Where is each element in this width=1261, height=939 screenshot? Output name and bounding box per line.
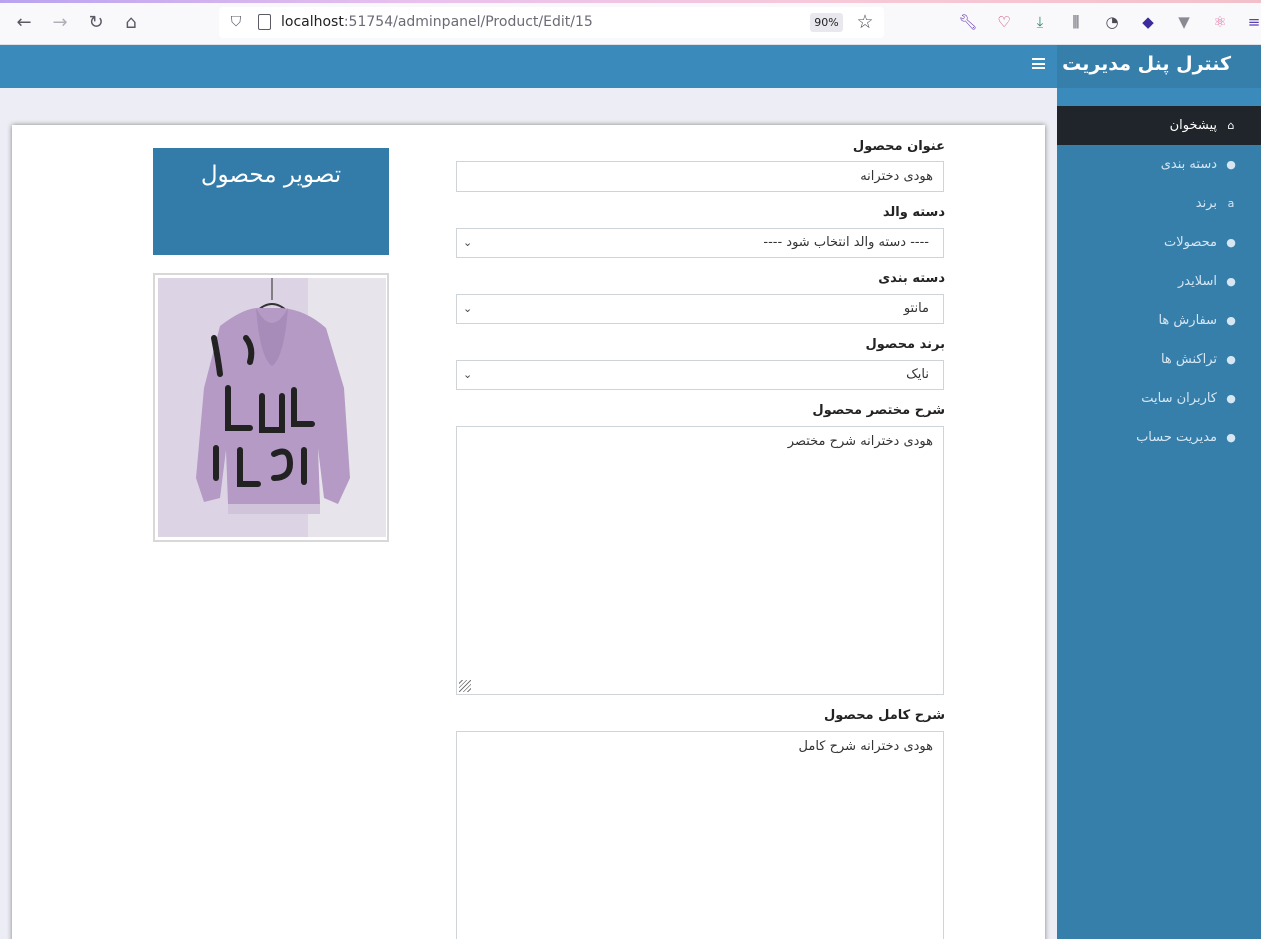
parent-category-select[interactable]: ---- دسته والد انتخاب شود ---- ⌄: [456, 228, 944, 258]
reload-icon[interactable]: ↻: [84, 11, 108, 35]
amazon-icon: a: [1227, 197, 1235, 210]
product-image: [158, 278, 386, 537]
downloads-icon[interactable]: ⤓: [1029, 11, 1051, 33]
full-description-value: هودی دخترانه شرح کامل: [798, 739, 933, 754]
bookmark-star-icon[interactable]: ☆: [854, 11, 876, 33]
shield-icon[interactable]: ⛉: [227, 13, 245, 31]
sidebar-item-orders[interactable]: ● سفارش ها: [1057, 301, 1261, 340]
menu-icon[interactable]: ≡: [1243, 11, 1261, 33]
forward-arrow-icon[interactable]: →: [48, 11, 72, 35]
browser-toolbar: ← → ↻ ⌂ ⛉ localhost:51754/adminpanel/Pro…: [0, 0, 1261, 45]
home-icon: ⌂: [1227, 119, 1235, 132]
sidebar-item-label: تراکنش ها: [1160, 352, 1217, 367]
url-path: :51754/adminpanel/Product/Edit/15: [343, 14, 593, 30]
back-arrow-icon[interactable]: ←: [12, 11, 36, 35]
short-description-textarea[interactable]: هودی دخترانه شرح مختصر: [456, 426, 944, 695]
sidebar-item-label: کاربران سایت: [1141, 391, 1217, 406]
brand-title[interactable]: کنترل پنل مدیریت: [1062, 53, 1231, 75]
category-value: مانتو: [903, 301, 929, 316]
page-icon: [255, 13, 273, 31]
react-devtools-icon[interactable]: ⚛: [1209, 11, 1231, 33]
url-text[interactable]: localhost:51754/adminpanel/Product/Edit/…: [281, 14, 593, 30]
sidebar-item-label: مدیریت حساب: [1136, 430, 1217, 445]
brand-select[interactable]: نایک ⌄: [456, 360, 944, 390]
zoom-level-badge[interactable]: 90%: [810, 13, 843, 32]
sidebar-item-label: سفارش ها: [1158, 313, 1217, 328]
sidebar-menu: ⌂ پیشخوان ● دسته بندی a برند ● محصولات ● اسلا…: [1057, 106, 1261, 457]
wrench-icon[interactable]: 🔧︎: [957, 11, 979, 33]
url-host: localhost: [281, 14, 344, 30]
sidebar-item-label: برند: [1195, 196, 1217, 211]
full-description-label: شرح کامل محصول: [823, 708, 945, 723]
sidebar-item-dashboard[interactable]: ⌂ پیشخوان: [1057, 106, 1261, 145]
chevron-down-icon: ⌄: [463, 368, 473, 381]
short-description-label: شرح مختصر محصول: [812, 403, 945, 418]
sidebar-item-site-users[interactable]: ● کاربران سایت: [1057, 379, 1261, 418]
chevron-down-icon: ⌄: [463, 236, 473, 249]
extension-hex-icon[interactable]: ◆: [1137, 11, 1159, 33]
resize-handle[interactable]: [459, 680, 471, 692]
comment-icon: ●: [1226, 314, 1236, 327]
comment-icon: ●: [1226, 353, 1236, 366]
sidebar-item-brands[interactable]: a برند: [1057, 184, 1261, 223]
sidebar-toggle-icon[interactable]: [1032, 58, 1045, 69]
comment-icon: ●: [1226, 275, 1236, 288]
product-image-frame[interactable]: [153, 273, 389, 542]
comment-icon: ●: [1226, 431, 1236, 444]
brand-value: نایک: [906, 367, 929, 382]
category-label: دسته بندی: [878, 271, 945, 286]
sidebar-item-categories[interactable]: ● دسته بندی: [1057, 145, 1261, 184]
sidebar: کنترل پنل مدیریت ⌂ پیشخوان ● دسته بندی a بر…: [1057, 45, 1261, 939]
full-description-textarea[interactable]: هودی دخترانه شرح کامل: [456, 731, 944, 939]
extension-ghost-icon[interactable]: ◔: [1101, 11, 1123, 33]
title-label: عنوان محصول: [852, 139, 945, 154]
sidebar-item-products[interactable]: ● محصولات: [1057, 223, 1261, 262]
url-bar[interactable]: ⛉ localhost:51754/adminpanel/Product/Edi…: [219, 7, 884, 38]
sidebar-item-label: دسته بندی: [1160, 157, 1217, 172]
vue-devtools-icon[interactable]: ▼: [1173, 11, 1195, 33]
product-edit-panel: عنوان محصول هودی دخترانه دسته والد ---- …: [12, 125, 1045, 939]
chevron-down-icon: ⌄: [463, 302, 473, 315]
short-description-value: هودی دخترانه شرح مختصر: [787, 434, 933, 449]
title-input[interactable]: هودی دخترانه: [456, 161, 944, 192]
pocket-icon[interactable]: ♡: [993, 11, 1015, 33]
top-header: [0, 45, 1057, 88]
comment-icon: ●: [1226, 158, 1236, 171]
brand-label: برند محصول: [865, 337, 945, 352]
comment-icon: ●: [1226, 392, 1236, 405]
sidebar-band: [1057, 88, 1261, 106]
library-icon[interactable]: ⫼: [1065, 11, 1087, 33]
category-select[interactable]: مانتو ⌄: [456, 294, 944, 324]
parent-category-value: ---- دسته والد انتخاب شود ----: [763, 235, 929, 250]
product-image-title: تصویر محصول: [153, 148, 389, 255]
sidebar-item-label: محصولات: [1164, 235, 1217, 250]
parent-category-label: دسته والد: [882, 205, 945, 220]
home-button-icon[interactable]: ⌂: [119, 11, 143, 35]
sidebar-item-label: اسلایدر: [1178, 274, 1217, 289]
sidebar-item-account[interactable]: ● مدیریت حساب: [1057, 418, 1261, 457]
comment-icon: ●: [1226, 236, 1236, 249]
sidebar-item-slider[interactable]: ● اسلایدر: [1057, 262, 1261, 301]
sidebar-item-label: پیشخوان: [1169, 118, 1217, 133]
sidebar-item-transactions[interactable]: ● تراکنش ها: [1057, 340, 1261, 379]
hoodie-photo: [158, 278, 386, 537]
